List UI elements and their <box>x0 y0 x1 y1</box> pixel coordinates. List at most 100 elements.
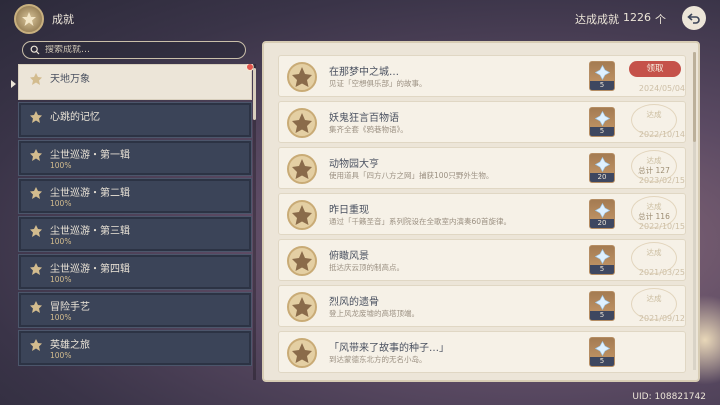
category-progress: 100% <box>50 199 72 208</box>
stamp-label: 达成 <box>646 202 662 211</box>
category-item[interactable]: 尘世巡游・第四辑 100% <box>18 254 252 290</box>
achievement-description: 通过「千籁圣音」系列院设在全歌室内演奏60首旋律。 <box>329 217 512 226</box>
category-progress: 100% <box>50 275 72 284</box>
achievement-date: 2024/05/04 <box>638 84 685 93</box>
category-name: 尘世巡游・第四辑 <box>50 264 130 275</box>
medal-icon <box>287 154 317 184</box>
stamp-label: 达成 <box>646 156 662 165</box>
primogem-reward: 20 <box>589 199 615 229</box>
back-button[interactable] <box>682 6 706 30</box>
primogem-icon <box>595 203 610 218</box>
category-progress: 100% <box>50 351 72 360</box>
reward-quantity: 20 <box>590 219 614 228</box>
medal-icon <box>287 292 317 322</box>
category-progress: 100% <box>50 313 72 322</box>
achievement-title: 俯瞰风景 <box>329 251 369 262</box>
achievement-description: 见证「空想俱乐部」的故事。 <box>329 79 427 88</box>
primogem-icon <box>595 249 610 264</box>
active-category-pointer <box>11 80 16 88</box>
category-icon <box>30 339 42 351</box>
achievement-description: 登上风龙废墟的高塔顶端。 <box>329 309 419 318</box>
achievement-description: 集齐全套《鸦巷物语》。 <box>329 125 408 134</box>
reward-quantity: 20 <box>590 173 614 182</box>
category-name: 冒险手艺 <box>50 302 90 313</box>
achievement-panel: 在那梦中之城… 见证「空想俱乐部」的故事。 5 领取 2024/05/04 妖鬼… <box>262 41 700 382</box>
search-box[interactable] <box>22 41 246 59</box>
achievement-title: 妖鬼狂言百物语 <box>329 113 399 124</box>
stamp-label: 达成 <box>646 110 662 119</box>
achievement-date: 2023/02/15 <box>638 176 685 185</box>
category-name: 天地万象 <box>50 74 90 85</box>
total-achievements: 达成成就 1226 个 <box>575 11 666 27</box>
reward-quantity: 5 <box>590 81 614 90</box>
primogem-reward: 5 <box>589 61 615 91</box>
achievement-item[interactable]: 昨日重现 通过「千籁圣音」系列院设在全歌室内演奏60首旋律。 20 达成 总计 1… <box>278 193 686 235</box>
reward-quantity: 5 <box>590 311 614 320</box>
category-item[interactable]: 尘世巡游・第三辑 100% <box>18 216 252 252</box>
achievement-title: 「风带来了故事的种子…」 <box>329 343 449 354</box>
primogem-reward: 20 <box>589 153 615 183</box>
primogem-icon <box>595 111 610 126</box>
category-icon <box>30 111 42 123</box>
achievement-description: 抵达庆云顶的制高点。 <box>329 263 404 272</box>
primogem-reward: 5 <box>589 107 615 137</box>
primogem-reward: 5 <box>589 337 615 367</box>
category-item[interactable]: 心跳的记忆 <box>18 102 252 138</box>
medal-icon <box>287 246 317 276</box>
achievement-title: 烈风的遗骨 <box>329 297 379 308</box>
progress-total: 总计 116 <box>638 212 670 221</box>
medal-icon <box>287 62 317 92</box>
reward-quantity: 5 <box>590 127 614 136</box>
achievement-date: 2021/03/25 <box>638 268 685 277</box>
medal-icon <box>287 200 317 230</box>
progress-total: 总计 127 <box>638 166 670 175</box>
reward-quantity: 5 <box>590 265 614 274</box>
reward-quantity: 5 <box>590 357 614 366</box>
primogem-icon <box>595 65 610 80</box>
category-icon <box>30 301 42 313</box>
category-item[interactable]: 尘世巡游・第二辑 100% <box>18 178 252 214</box>
category-list: 天地万象 心跳的记忆 尘世巡游・第一辑 100% 尘世巡游・第二辑 100% 尘… <box>18 64 254 380</box>
category-scroll-thumb[interactable] <box>253 68 256 120</box>
primogem-icon <box>595 341 610 356</box>
primogem-icon <box>595 295 610 310</box>
category-name: 尘世巡游・第一辑 <box>50 150 130 161</box>
category-name: 心跳的记忆 <box>50 112 100 123</box>
category-icon <box>30 149 42 161</box>
claim-button[interactable]: 领取 <box>629 61 681 77</box>
achievement-title: 在那梦中之城… <box>329 67 399 78</box>
achievement-item[interactable]: 俯瞰风景 抵达庆云顶的制高点。 5 达成 2021/03/25 <box>278 239 686 281</box>
achievement-item[interactable]: 妖鬼狂言百物语 集齐全套《鸦巷物语》。 5 达成 2022/10/14 <box>278 101 686 143</box>
category-icon <box>30 263 42 275</box>
category-item[interactable]: 天地万象 <box>18 64 254 100</box>
category-item[interactable]: 冒险手艺 100% <box>18 292 252 328</box>
achievement-item[interactable]: 动物园大亨 使用道具「四方八方之网」捕获100只野外生物。 20 达成 总计 12… <box>278 147 686 189</box>
achievement-description: 到达蒙德东北方的无名小岛。 <box>329 355 427 364</box>
primogem-reward: 5 <box>589 291 615 321</box>
achievement-description: 使用道具「四方八方之网」捕获100只野外生物。 <box>329 171 494 180</box>
achievement-item[interactable]: 烈风的遗骨 登上风龙废墟的高塔顶端。 5 达成 2021/09/12 <box>278 285 686 327</box>
category-item[interactable]: 尘世巡游・第一辑 100% <box>18 140 252 176</box>
achievement-scroll-thumb[interactable] <box>693 52 696 142</box>
achievement-date: 2021/09/12 <box>638 314 685 323</box>
achievement-item[interactable]: 在那梦中之城… 见证「空想俱乐部」的故事。 5 领取 2024/05/04 <box>278 55 686 97</box>
category-item[interactable]: 英雄之旅 100% <box>18 330 252 366</box>
search-input[interactable] <box>45 45 235 55</box>
category-progress: 100% <box>50 161 72 170</box>
achievement-title: 动物园大亨 <box>329 159 379 170</box>
total-unit: 个 <box>655 13 666 26</box>
primogem-icon <box>595 157 610 172</box>
medal-icon <box>287 108 317 138</box>
category-icon <box>30 187 42 199</box>
back-arrow-icon <box>687 13 700 24</box>
page-title: 成就 <box>52 13 74 26</box>
category-name: 尘世巡游・第三辑 <box>50 226 130 237</box>
category-scrollbar[interactable] <box>253 64 256 380</box>
stamp-label: 达成 <box>646 294 662 303</box>
achievement-title: 昨日重现 <box>329 205 369 216</box>
search-icon <box>30 45 40 55</box>
stamp-label: 达成 <box>646 248 662 257</box>
achievement-scrollbar[interactable] <box>693 52 696 370</box>
achievement-emblem-icon <box>14 4 44 34</box>
achievement-item[interactable]: 「风带来了故事的种子…」 到达蒙德东北方的无名小岛。 5 <box>278 331 686 373</box>
